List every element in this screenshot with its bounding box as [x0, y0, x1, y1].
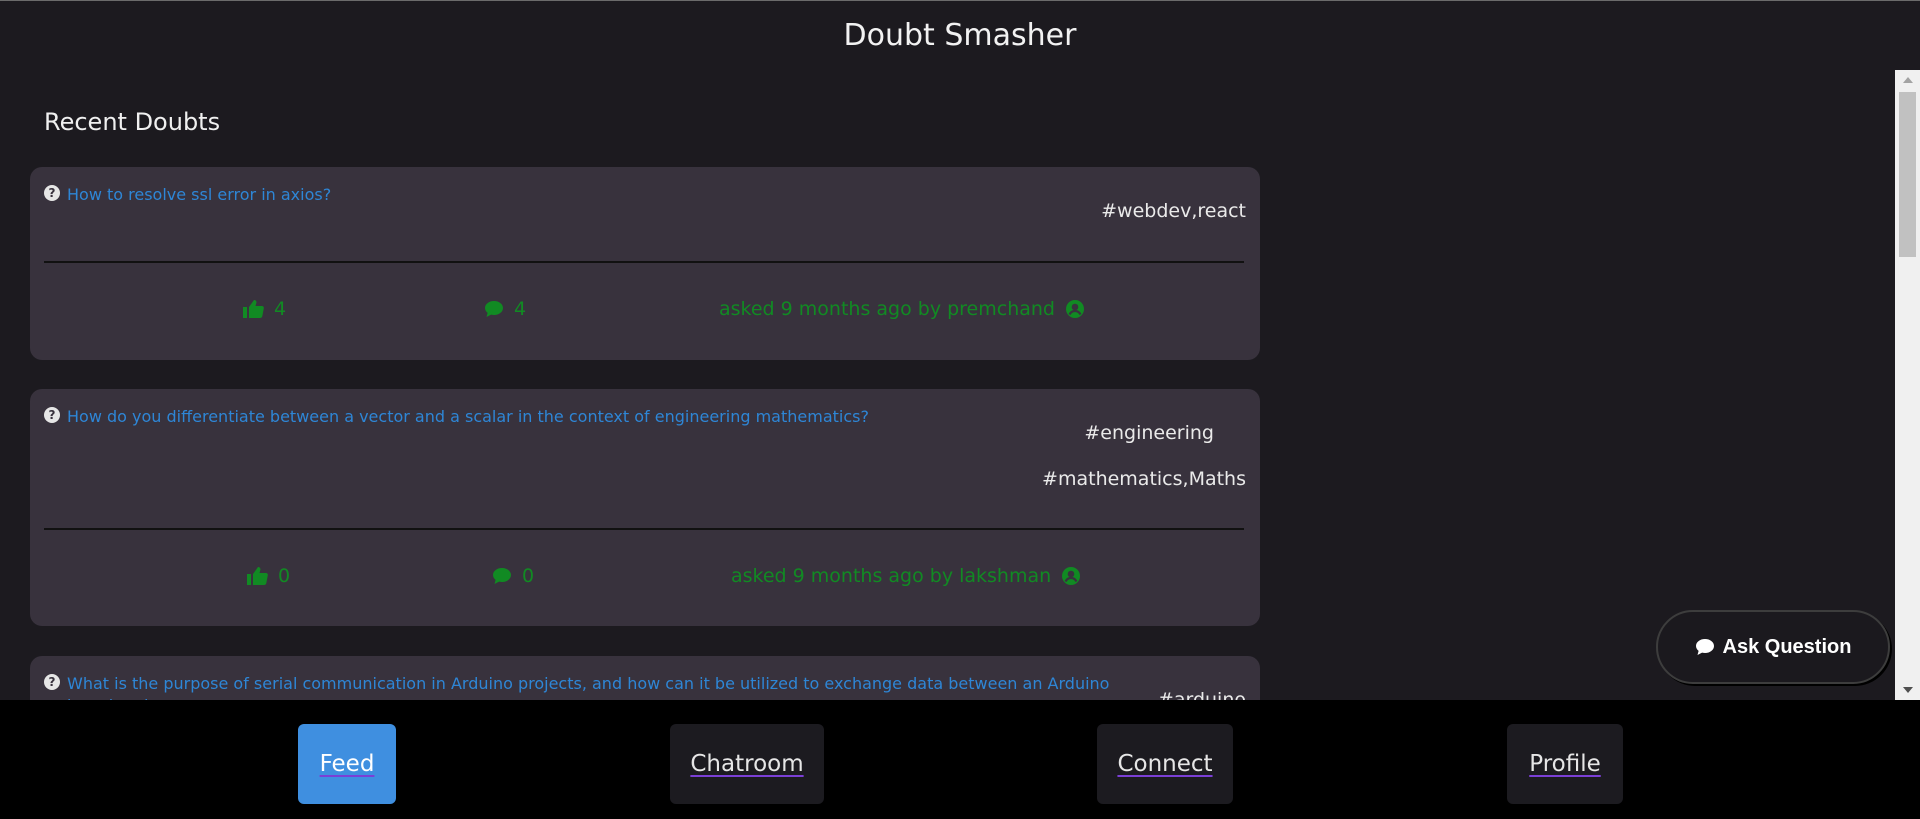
asked-meta-text: asked 9 months ago by lakshman	[731, 565, 1052, 587]
question-row[interactable]: ? How do you differentiate between a vec…	[44, 406, 869, 428]
doubt-card[interactable]: ? How do you differentiate between a vec…	[30, 389, 1260, 626]
like-stat[interactable]: 0	[246, 565, 290, 587]
question-row[interactable]: ? What is the purpose of serial communic…	[44, 673, 1117, 700]
thumbs-up-icon	[243, 300, 264, 318]
comment-icon	[493, 568, 511, 584]
feed-scroll-area[interactable]: Recent Doubts ? How to resolve ssl error…	[0, 70, 1895, 700]
asked-meta: asked 9 months ago by premchand	[719, 298, 1085, 320]
comment-stat[interactable]: 4	[484, 298, 526, 320]
section-title: Recent Doubts	[44, 108, 221, 136]
tag: #mathematics,Maths	[1042, 468, 1246, 490]
doubt-card[interactable]: ? What is the purpose of serial communic…	[30, 656, 1260, 700]
comment-count: 4	[514, 298, 527, 320]
scrollbar-thumb[interactable]	[1899, 92, 1916, 257]
comment-icon	[485, 301, 503, 317]
asked-meta-text: asked 9 months ago by premchand	[719, 298, 1055, 320]
card-divider	[44, 261, 1244, 263]
tag: #engineering	[1084, 422, 1214, 444]
nav-connect-button[interactable]: Connect	[1097, 724, 1233, 804]
app-title: Doubt Smasher	[843, 18, 1077, 53]
question-link[interactable]: How do you differentiate between a vecto…	[67, 406, 869, 428]
page: Doubt Smasher Recent Doubts ? How to res…	[0, 0, 1920, 819]
like-count: 4	[274, 298, 287, 320]
nav-chatroom-button[interactable]: Chatroom	[670, 724, 824, 804]
scroll-down-arrow-icon[interactable]	[1895, 680, 1920, 700]
nav-feed-label: Feed	[319, 751, 375, 777]
nav-chatroom-label: Chatroom	[690, 751, 804, 777]
nav-connect-label: Connect	[1117, 751, 1213, 777]
card-divider	[44, 528, 1244, 530]
user-circle-icon	[1066, 300, 1084, 318]
nav-feed-button[interactable]: Feed	[298, 724, 396, 804]
nav-profile-button[interactable]: Profile	[1507, 724, 1623, 804]
top-border	[0, 0, 1920, 1]
scrollbar[interactable]	[1895, 70, 1920, 700]
comment-count: 0	[522, 565, 535, 587]
user-circle-icon	[1062, 567, 1081, 585]
tag: #webdev,react	[1101, 200, 1246, 222]
like-count: 0	[278, 565, 291, 587]
tag: #arduino	[1157, 689, 1246, 700]
asked-meta: asked 9 months ago by lakshman	[731, 565, 1081, 587]
scroll-up-arrow-icon[interactable]	[1895, 70, 1920, 90]
bottom-nav: Feed Chatroom Connect Profile	[0, 700, 1920, 819]
doubt-card[interactable]: ? How to resolve ssl error in axios? #we…	[30, 167, 1260, 360]
ask-question-button[interactable]: Ask Question	[1656, 610, 1890, 684]
question-circle-icon: ?	[44, 674, 60, 690]
question-row[interactable]: ? How to resolve ssl error in axios?	[44, 184, 331, 206]
nav-profile-label: Profile	[1529, 751, 1601, 777]
question-link[interactable]: How to resolve ssl error in axios?	[67, 184, 331, 206]
comment-stat[interactable]: 0	[492, 565, 534, 587]
comment-icon	[1695, 639, 1714, 655]
question-link[interactable]: What is the purpose of serial communicat…	[67, 673, 1117, 700]
question-circle-icon: ?	[44, 185, 60, 201]
like-stat[interactable]: 4	[242, 298, 286, 320]
thumbs-up-icon	[247, 567, 268, 585]
ask-question-label: Ask Question	[1722, 635, 1852, 658]
question-circle-icon: ?	[44, 407, 60, 423]
